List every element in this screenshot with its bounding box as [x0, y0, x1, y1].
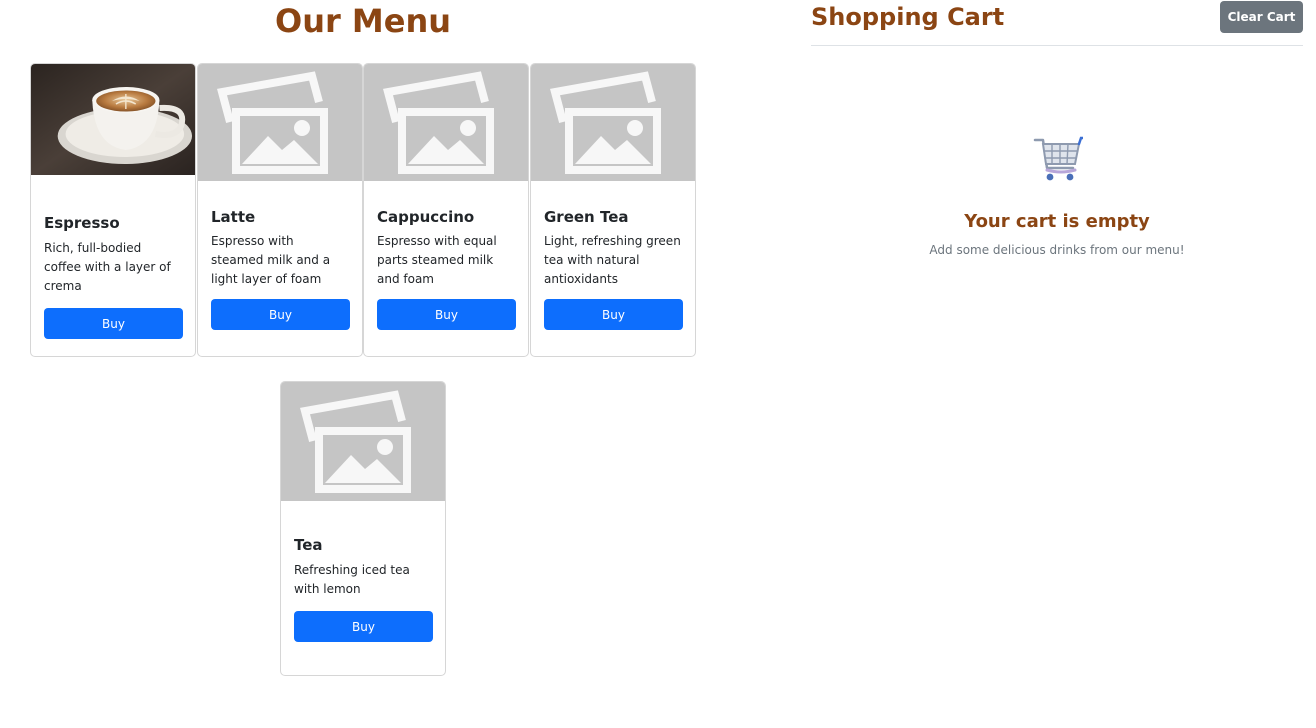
menu-card-cappuccino: Cappuccino Espresso with equal parts ste… [363, 63, 529, 357]
cart-divider [811, 45, 1303, 46]
card-description: Rich, full-bodied coffee with a layer of… [44, 241, 171, 293]
image-placeholder [198, 64, 362, 181]
menu-card-latte: Latte Espresso with steamed milk and a l… [197, 63, 363, 357]
card-description: Light, refreshing green tea with natural… [544, 234, 681, 286]
card-title: Cappuccino [377, 208, 475, 226]
image-placeholder-icon [383, 71, 494, 174]
image-placeholder-icon [550, 71, 661, 174]
clear-cart-button[interactable]: Clear Cart [1220, 1, 1303, 33]
empty-cart-subtitle: Add some delicious drinks from our menu! [929, 243, 1185, 257]
buy-button-green-tea[interactable]: Buy [544, 299, 683, 330]
image-placeholder-icon [217, 71, 328, 174]
buy-button-espresso[interactable]: Buy [44, 308, 183, 339]
empty-cart-title: Your cart is empty [964, 211, 1150, 232]
menu-title: Our Menu [274, 2, 451, 40]
menu-card-espresso: Espresso Rich, full-bodied coffee with a… [30, 63, 196, 357]
card-description: Refreshing iced tea with lemon [294, 563, 410, 596]
coffee-photo [31, 64, 195, 175]
shopping-cart-icon [1033, 136, 1083, 181]
card-description: Espresso with equal parts steamed milk a… [377, 234, 497, 286]
card-title: Tea [294, 536, 323, 554]
image-placeholder-icon [300, 390, 411, 493]
image-placeholder [364, 64, 528, 181]
menu-card-tea: Tea Refreshing iced tea with lemon Buy [280, 381, 446, 676]
card-title: Espresso [44, 214, 120, 232]
menu-card-green-tea: Green Tea Light, refreshing green tea wi… [530, 63, 696, 357]
cart-title: Shopping Cart [811, 3, 1005, 31]
image-placeholder [531, 64, 695, 181]
buy-button-tea[interactable]: Buy [294, 611, 433, 642]
buy-button-latte[interactable]: Buy [211, 299, 350, 330]
buy-button-cappuccino[interactable]: Buy [377, 299, 516, 330]
card-title: Green Tea [544, 208, 629, 226]
card-description: Espresso with steamed milk and a light l… [211, 234, 331, 286]
image-placeholder [281, 382, 445, 501]
card-title: Latte [211, 208, 256, 226]
